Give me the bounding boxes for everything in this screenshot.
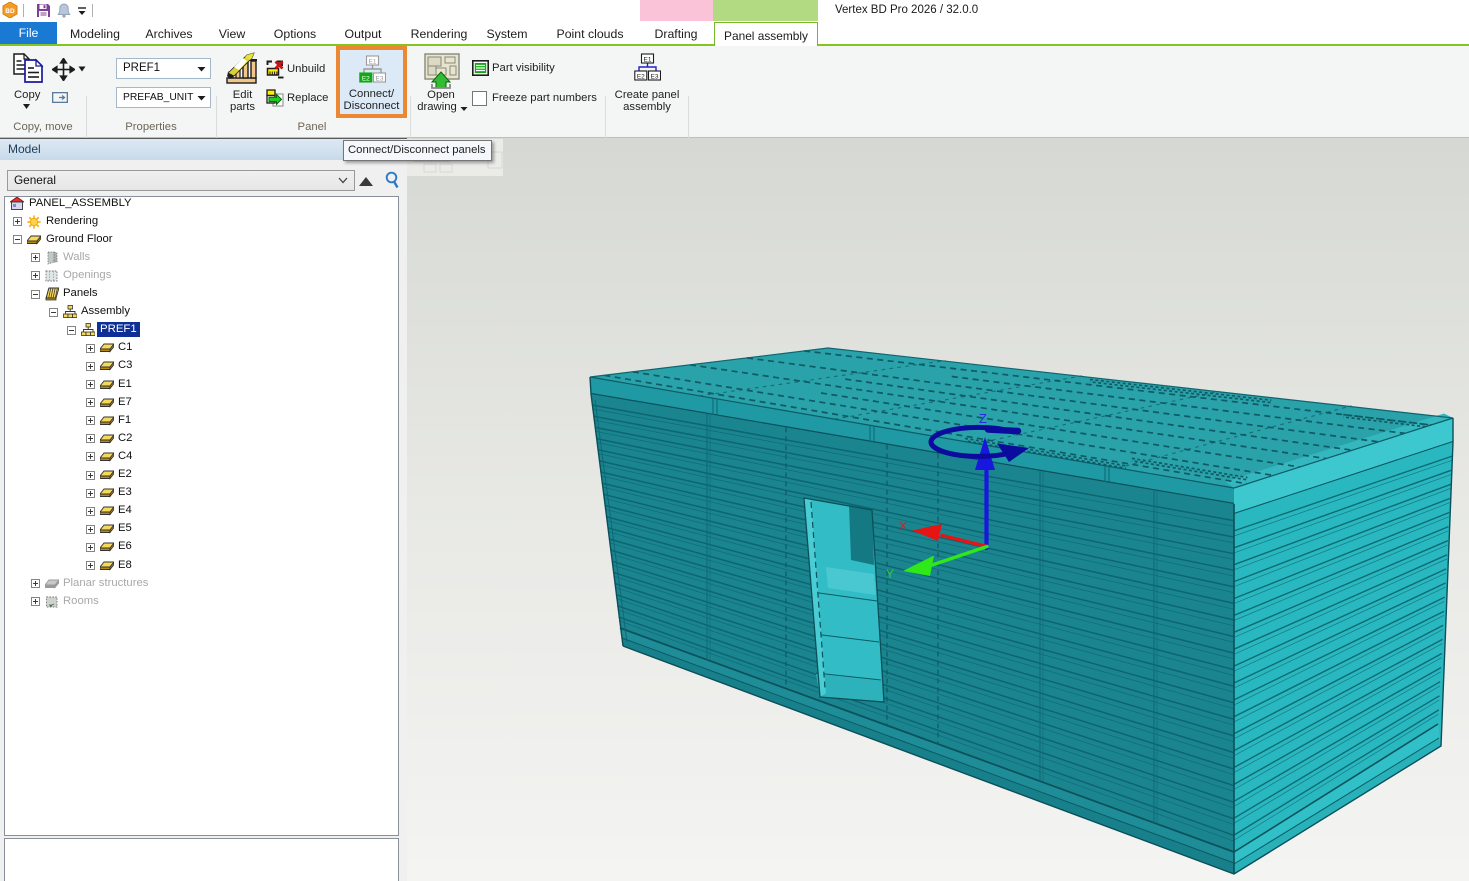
svg-text:E2: E2 bbox=[637, 74, 645, 81]
svg-text:E3: E3 bbox=[651, 74, 659, 81]
svg-text:Y: Y bbox=[886, 567, 894, 581]
svg-text:E3: E3 bbox=[376, 76, 384, 83]
svg-text:Z: Z bbox=[979, 411, 987, 426]
svg-text:BD: BD bbox=[5, 8, 15, 15]
svg-text:E1: E1 bbox=[644, 57, 652, 64]
svg-text:E1: E1 bbox=[369, 59, 377, 66]
svg-text:X: X bbox=[899, 519, 907, 533]
svg-text:E2: E2 bbox=[362, 76, 370, 83]
